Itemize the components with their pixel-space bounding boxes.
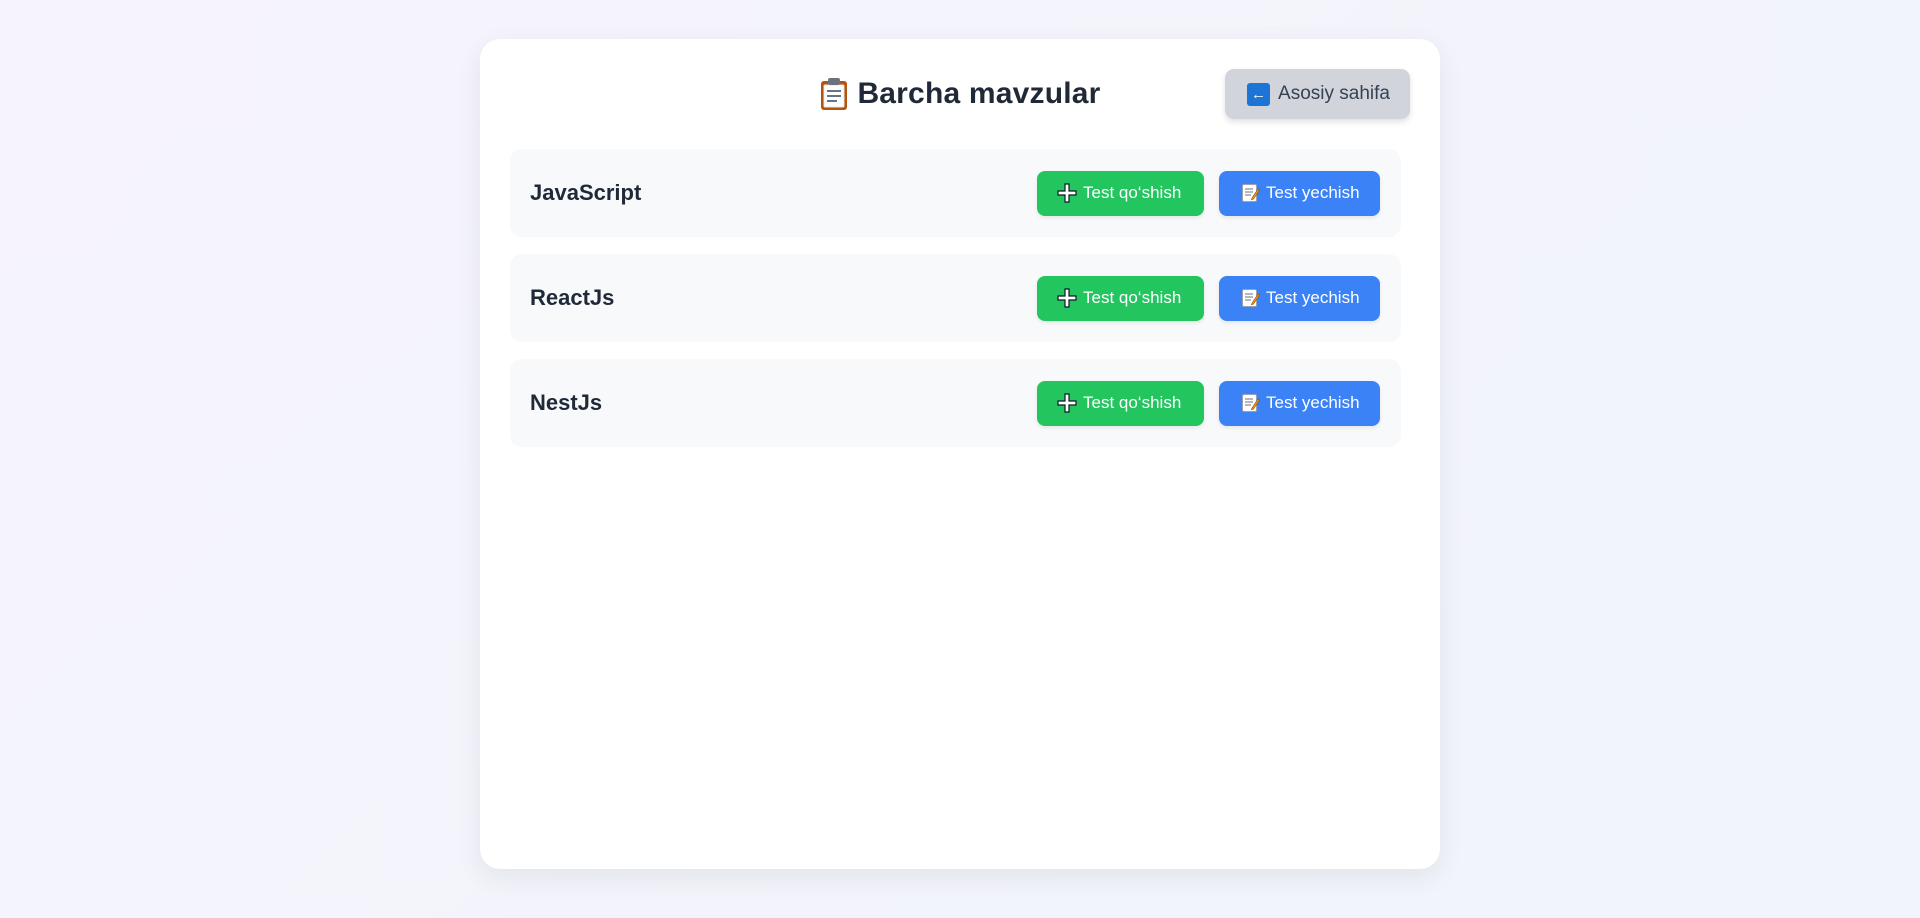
solve-test-label: Test yechish: [1266, 183, 1360, 202]
home-button[interactable]: ← Asosiy sahifa: [1225, 69, 1410, 119]
add-test-label: Test qo‘shish: [1083, 288, 1182, 307]
add-test-label: Test qo‘shish: [1083, 183, 1182, 202]
topic-row-reactjs: ReactJs Test qo‘shish Test yechish: [510, 254, 1401, 342]
solve-test-button[interactable]: Test yechish: [1219, 275, 1380, 321]
memo-icon: [1240, 183, 1260, 203]
plus-icon: [1057, 288, 1077, 308]
topic-actions: Test qo‘shish Test yechish: [1037, 170, 1380, 216]
solve-test-label: Test yechish: [1266, 288, 1360, 307]
page-title: Barcha mavzular: [857, 77, 1101, 110]
topic-actions: Test qo‘shish Test yechish: [1037, 380, 1380, 426]
topic-name: ReactJs: [530, 285, 615, 310]
topic-name: NestJs: [530, 390, 603, 415]
topic-row-nestjs: NestJs Test qo‘shish Test yechish: [510, 359, 1401, 447]
add-test-label: Test qo‘shish: [1083, 393, 1182, 412]
memo-icon: [1240, 393, 1260, 413]
memo-icon: [1240, 288, 1260, 308]
add-test-button[interactable]: Test qo‘shish: [1037, 380, 1204, 426]
topics-card: Barcha mavzular ← Asosiy sahifa JavaScri…: [480, 39, 1440, 869]
plus-icon: [1057, 393, 1077, 413]
home-button-label: Asosiy sahifa: [1278, 83, 1390, 104]
topic-list: JavaScript Test qo‘shish Test yechish Re…: [510, 149, 1401, 464]
topic-actions: Test qo‘shish Test yechish: [1037, 275, 1380, 321]
plus-icon: [1057, 183, 1077, 203]
add-test-button[interactable]: Test qo‘shish: [1037, 275, 1204, 321]
add-test-button[interactable]: Test qo‘shish: [1037, 170, 1204, 216]
topic-row-javascript: JavaScript Test qo‘shish Test yechish: [510, 149, 1401, 237]
back-arrow-icon: ←: [1247, 82, 1271, 106]
solve-test-button[interactable]: Test yechish: [1219, 380, 1380, 426]
solve-test-button[interactable]: Test yechish: [1219, 170, 1380, 216]
clipboard-icon: [819, 77, 849, 111]
solve-test-label: Test yechish: [1266, 393, 1360, 412]
topic-name: JavaScript: [530, 180, 642, 205]
card-header: Barcha mavzular ← Asosiy sahifa: [480, 39, 1440, 151]
